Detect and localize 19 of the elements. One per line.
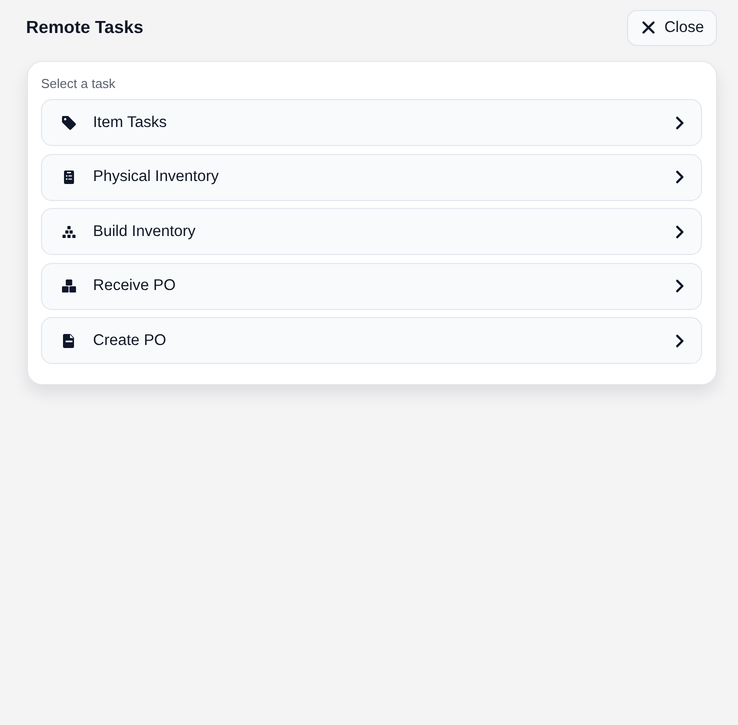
page-title: Remote Tasks (26, 17, 144, 38)
task-item[interactable]: Build Inventory (41, 208, 702, 255)
task-item[interactable]: Physical Inventory (41, 154, 702, 200)
stacked-squares-icon (61, 224, 77, 240)
chevron-right-icon (675, 170, 685, 184)
tag-icon (61, 114, 77, 130)
task-item[interactable]: Item Tasks (41, 99, 702, 146)
clipboard-list-icon (61, 169, 77, 185)
chevron-right-icon (675, 224, 685, 238)
task-item[interactable]: Create PO (41, 317, 702, 364)
chevron-right-icon (675, 116, 685, 130)
task-item[interactable]: Receive PO (41, 262, 702, 310)
chevron-right-icon (675, 334, 685, 348)
close-button[interactable]: Close (627, 10, 717, 46)
document-icon (61, 332, 77, 348)
close-icon (642, 21, 656, 34)
stacked-boxes-icon (61, 278, 77, 294)
chevron-right-icon (675, 279, 685, 293)
section-label: Select a task (41, 75, 116, 92)
